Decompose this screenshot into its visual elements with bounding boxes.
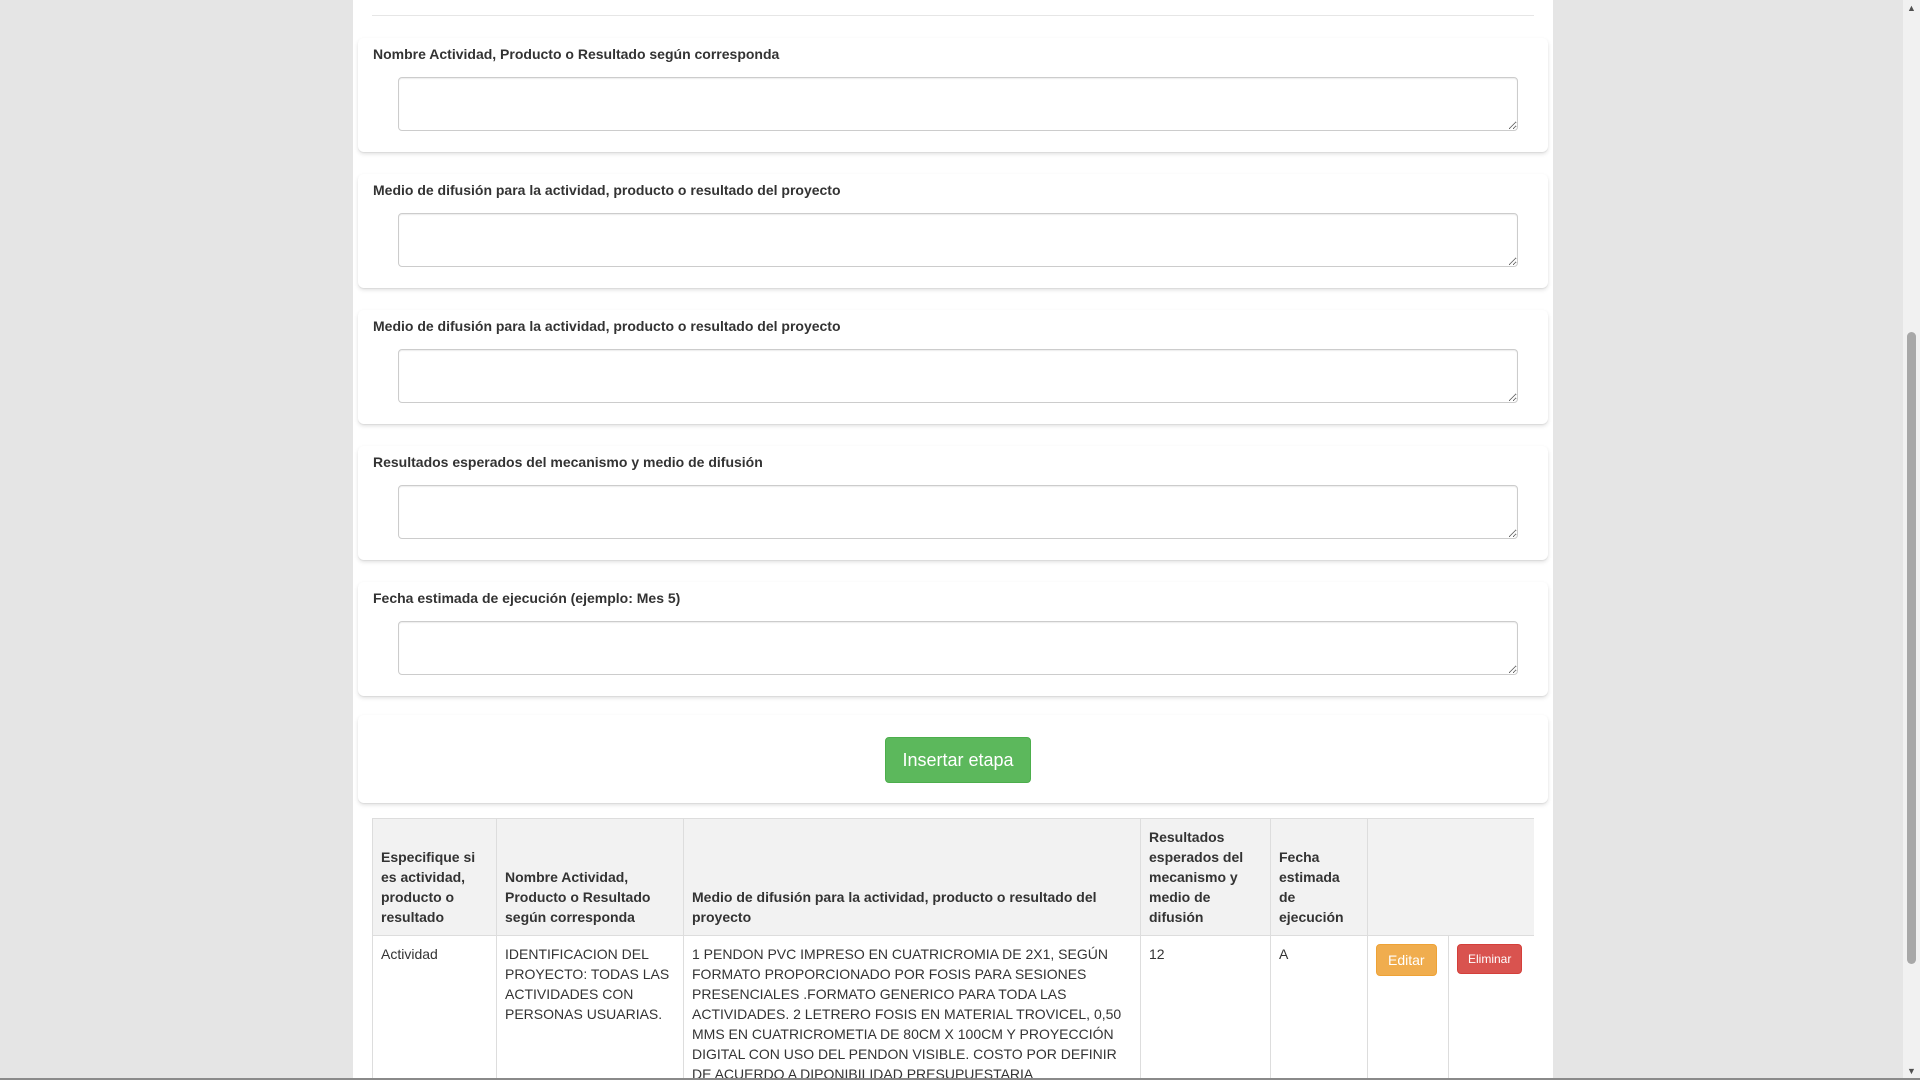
field-label-resultados: Resultados esperados del mecanismo y med… bbox=[373, 454, 763, 470]
resultados-textarea[interactable] bbox=[398, 485, 1518, 539]
header-fecha: Fecha estimada de ejecución bbox=[1270, 818, 1368, 936]
insertar-etapa-button[interactable]: Insertar etapa bbox=[885, 737, 1031, 783]
scroll-thumb[interactable] bbox=[1907, 332, 1916, 964]
field-card-medio-2: Medio de difusión para la actividad, pro… bbox=[358, 310, 1548, 424]
scroll-up-arrow-icon[interactable]: ▲ bbox=[1903, 0, 1920, 17]
submit-card: Insertar etapa bbox=[358, 715, 1548, 803]
field-card-fecha: Fecha estimada de ejecución (ejemplo: Me… bbox=[358, 582, 1548, 696]
editar-button[interactable]: Editar bbox=[1376, 944, 1437, 976]
cell-resultados: 12 bbox=[1140, 935, 1271, 1080]
etapas-table-container: Especifique si es actividad, producto o … bbox=[372, 818, 1534, 1080]
section-divider bbox=[372, 15, 1534, 16]
header-medio-difusion: Medio de difusión para la actividad, pro… bbox=[683, 818, 1141, 936]
cell-delete: Eliminar bbox=[1448, 935, 1534, 1080]
field-label-medio-1: Medio de difusión para la actividad, pro… bbox=[373, 182, 841, 198]
etapas-table: Especifique si es actividad, producto o … bbox=[372, 818, 1534, 1080]
vertical-scrollbar[interactable]: ▲ ▼ bbox=[1903, 0, 1920, 1080]
cell-edit: Editar bbox=[1367, 935, 1449, 1080]
fecha-textarea[interactable] bbox=[398, 621, 1518, 675]
field-label-nombre: Nombre Actividad, Producto o Resultado s… bbox=[373, 46, 780, 62]
field-label-fecha: Fecha estimada de ejecución (ejemplo: Me… bbox=[373, 590, 681, 606]
field-label-medio-2: Medio de difusión para la actividad, pro… bbox=[373, 318, 841, 334]
medio-difusion-textarea-2[interactable] bbox=[398, 349, 1518, 403]
field-card-medio-1: Medio de difusión para la actividad, pro… bbox=[358, 174, 1548, 288]
nombre-textarea[interactable] bbox=[398, 77, 1518, 131]
eliminar-button[interactable]: Eliminar bbox=[1457, 944, 1523, 974]
header-nombre: Nombre Actividad, Producto o Resultado s… bbox=[496, 818, 684, 936]
header-tipo: Especifique si es actividad, producto o … bbox=[372, 818, 497, 936]
medio-difusion-textarea-1[interactable] bbox=[398, 213, 1518, 267]
cell-medio-difusion: 1 PENDON PVC IMPRESO EN CUATRICROMIA DE … bbox=[683, 935, 1141, 1080]
field-card-resultados: Resultados esperados del mecanismo y med… bbox=[358, 446, 1548, 560]
field-card-nombre: Nombre Actividad, Producto o Resultado s… bbox=[358, 38, 1548, 152]
header-actions bbox=[1367, 818, 1534, 936]
form-page: Nombre Actividad, Producto o Resultado s… bbox=[353, 0, 1553, 1080]
cell-nombre: IDENTIFICACION DEL PROYECTO: TODAS LAS A… bbox=[496, 935, 684, 1080]
table-row: Actividad IDENTIFICACION DEL PROYECTO: T… bbox=[372, 935, 1534, 1080]
table-header-row: Especifique si es actividad, producto o … bbox=[372, 818, 1534, 936]
cell-tipo: Actividad bbox=[372, 935, 497, 1080]
cell-fecha: A bbox=[1270, 935, 1368, 1080]
header-resultados: Resultados esperados del mecanismo y med… bbox=[1140, 818, 1271, 936]
